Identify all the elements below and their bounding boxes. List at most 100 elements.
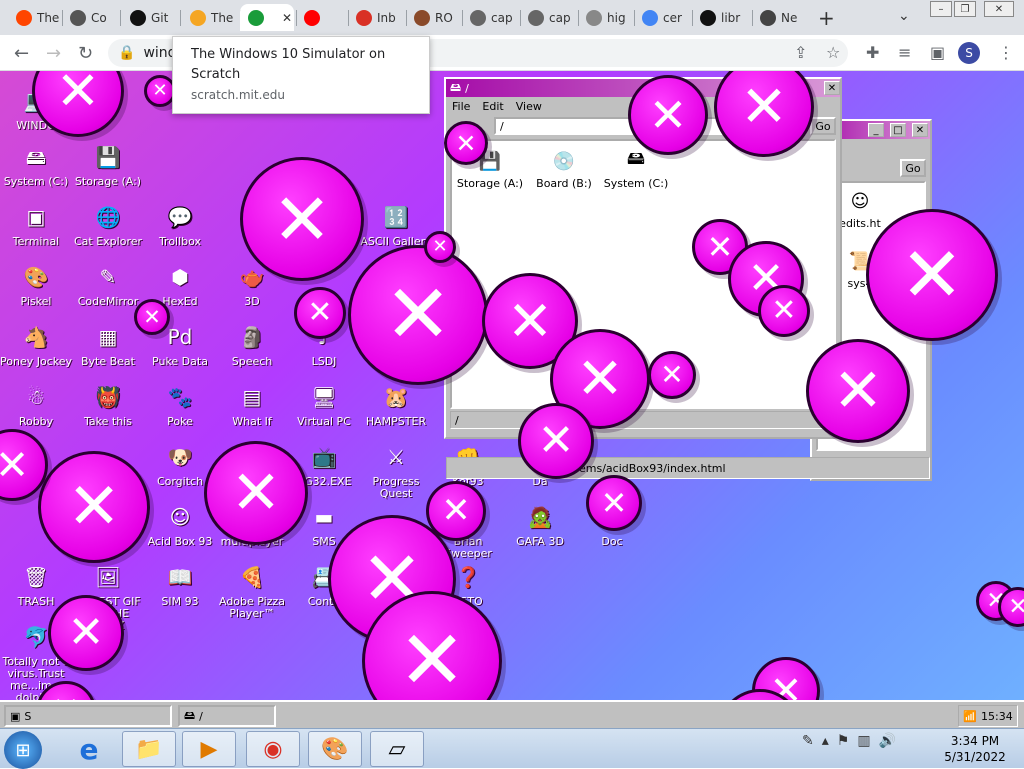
tab-9[interactable]: cap: [520, 4, 576, 31]
close-x-bubble-icon[interactable]: ✕: [586, 475, 642, 531]
tab-1[interactable]: Co: [62, 4, 118, 31]
tab-3[interactable]: The: [182, 4, 238, 31]
close-x-bubble-icon[interactable]: ✕: [294, 287, 346, 339]
desktop-icon[interactable]: 🌐 Cat Explorer: [72, 201, 144, 248]
show-hidden-icons-icon[interactable]: ▴: [822, 733, 829, 749]
tab-10[interactable]: hig: [578, 4, 632, 31]
media-player-taskbar-button[interactable]: ▶: [182, 731, 236, 767]
app-glyph-icon: 🌐: [95, 205, 121, 229]
extensions-puzzle-icon[interactable]: ✚: [866, 43, 879, 62]
action-center-flag-icon[interactable]: ⚑: [837, 733, 850, 749]
x-glyph: ✕: [576, 345, 624, 412]
desktop-icon[interactable]: 🔢 ASCII Gallery: [360, 201, 432, 248]
side-panel-icon[interactable]: ▣: [930, 43, 945, 62]
network-icon[interactable]: ▥: [857, 733, 870, 749]
bookmark-star-icon[interactable]: ☆: [826, 43, 840, 62]
profile-avatar[interactable]: S: [958, 42, 980, 64]
desktop-icon[interactable]: ▣ Terminal: [0, 201, 72, 248]
close-x-bubble-icon[interactable]: ✕: [518, 403, 594, 479]
desktop-icon[interactable]: 🐹 HAMPSTER: [360, 381, 432, 428]
tab-13[interactable]: Ne: [752, 4, 808, 31]
go-button[interactable]: Go: [810, 117, 836, 135]
close-x-bubble-icon[interactable]: ✕: [134, 299, 170, 335]
menu-file[interactable]: File: [452, 100, 470, 113]
reload-icon[interactable]: ↻: [78, 43, 93, 64]
back-arrow-icon[interactable]: ←: [14, 43, 29, 64]
taskbar98-button[interactable]: ▣ S: [4, 705, 172, 727]
desktop-icon[interactable]: ☺ Acid Box 93: [144, 501, 216, 548]
internet-explorer-taskbar-button[interactable]: e: [62, 731, 116, 767]
close-icon[interactable]: ✕: [912, 123, 928, 137]
close-x-bubble-icon[interactable]: ✕: [348, 245, 488, 385]
close-x-bubble-icon[interactable]: ✕: [426, 481, 486, 541]
close-x-bubble-icon[interactable]: ✕: [38, 451, 150, 563]
desktop-icon[interactable]: 🐴 Poney Jockey: [0, 321, 72, 368]
close-x-bubble-icon[interactable]: ✕: [444, 121, 488, 165]
tab-4[interactable]: ✕: [240, 4, 294, 31]
taskbar98-button[interactable]: 🖴 /: [178, 705, 276, 727]
tab-12[interactable]: libr: [692, 4, 750, 31]
chrome-taskbar-button[interactable]: ◉: [246, 731, 300, 767]
desktop-icon[interactable]: 📖 SIM 93: [144, 561, 216, 608]
volume-icon[interactable]: 🔊: [879, 733, 896, 749]
desktop-icon[interactable]: ✎ CodeMirror: [72, 261, 144, 308]
menu-edit[interactable]: Edit: [482, 100, 503, 113]
tab-7[interactable]: RO: [406, 4, 460, 31]
menu-kebab-icon[interactable]: ⋮: [998, 43, 1014, 62]
close-tab-icon[interactable]: ✕: [282, 11, 292, 25]
close-x-bubble-icon[interactable]: ✕: [806, 339, 910, 443]
desktop-icon[interactable]: 💾 Storage (A:): [72, 141, 144, 188]
close-x-bubble-icon[interactable]: ✕: [48, 595, 124, 671]
minimize-icon[interactable]: _: [868, 123, 884, 137]
pen-icon[interactable]: ✎: [802, 733, 814, 749]
desktop-icon[interactable]: 🖥 Virtual PC: [288, 381, 360, 428]
desktop-icon[interactable]: ☃ Robby: [0, 381, 72, 428]
restore-button[interactable]: ❐: [954, 1, 976, 17]
desktop-icon[interactable]: ▤ What If: [216, 381, 288, 428]
desktop-icon[interactable]: 🍕 Adobe Pizza Player™: [216, 561, 288, 620]
close-window-button[interactable]: ✕: [984, 1, 1014, 17]
desktop-icon[interactable]: ⚔ Progress Quest: [360, 441, 432, 500]
desktop-icon[interactable]: 👹 Take this: [72, 381, 144, 428]
close-x-bubble-icon[interactable]: ✕: [758, 285, 810, 337]
paint-taskbar-button[interactable]: 🎨: [308, 731, 362, 767]
tab-2[interactable]: Git: [122, 4, 178, 31]
close-icon[interactable]: ✕: [824, 81, 840, 95]
desktop-icon[interactable]: ▦ Byte Beat: [72, 321, 144, 368]
desktop-icon[interactable]: 🎨 Piskel: [0, 261, 72, 308]
desktop-icon[interactable]: 🧟 GAFA 3D: [504, 501, 576, 548]
new-tab-button[interactable]: +: [818, 6, 835, 30]
close-x-bubble-icon[interactable]: ✕: [998, 587, 1024, 627]
forward-arrow-icon[interactable]: →: [46, 43, 61, 64]
notepad-taskbar-button[interactable]: ▱: [370, 731, 424, 767]
close-x-bubble-icon[interactable]: ✕: [204, 441, 308, 545]
maximize-icon[interactable]: □: [890, 123, 906, 137]
close-x-bubble-icon[interactable]: ✕: [424, 231, 456, 263]
tab-0[interactable]: The: [8, 4, 60, 31]
tab-8[interactable]: cap: [462, 4, 518, 31]
tab-6[interactable]: Inb: [348, 4, 404, 31]
drive-system-c[interactable]: 🖴 System (C:): [600, 148, 672, 190]
file-explorer-taskbar-button[interactable]: 📁: [122, 731, 176, 767]
system-clock[interactable]: 3:34 PM 5/31/2022: [940, 733, 1010, 765]
tab-search-chevron-icon[interactable]: ⌄: [898, 8, 910, 24]
go-button[interactable]: Go: [900, 159, 926, 177]
desktop-icon[interactable]: 💬 Trollbox: [144, 201, 216, 248]
desktop-icon[interactable]: 🗿 Speech: [216, 321, 288, 368]
desktop-icon[interactable]: 🐾 Poke: [144, 381, 216, 428]
close-x-bubble-icon[interactable]: ✕: [628, 75, 708, 155]
desktop-icon[interactable]: 🖴 System (C:): [0, 141, 72, 188]
close-x-bubble-icon[interactable]: ✕: [240, 157, 364, 281]
tab-5[interactable]: [296, 4, 346, 31]
drive-board-b[interactable]: 💿 Board (B:): [528, 149, 600, 191]
start-button[interactable]: ⊞: [4, 731, 42, 769]
media-control-icon[interactable]: ≡: [898, 43, 911, 62]
desktop-icon[interactable]: 🗑 TRASH: [0, 561, 72, 608]
minimize-button[interactable]: –: [930, 1, 952, 17]
close-x-bubble-icon[interactable]: ✕: [866, 209, 998, 341]
menu-view[interactable]: View: [516, 100, 542, 113]
close-x-bubble-icon[interactable]: ✕: [648, 351, 696, 399]
x-glyph: ✕: [900, 230, 964, 319]
share-icon[interactable]: ⇪: [794, 43, 807, 62]
tab-11[interactable]: cer: [634, 4, 690, 31]
